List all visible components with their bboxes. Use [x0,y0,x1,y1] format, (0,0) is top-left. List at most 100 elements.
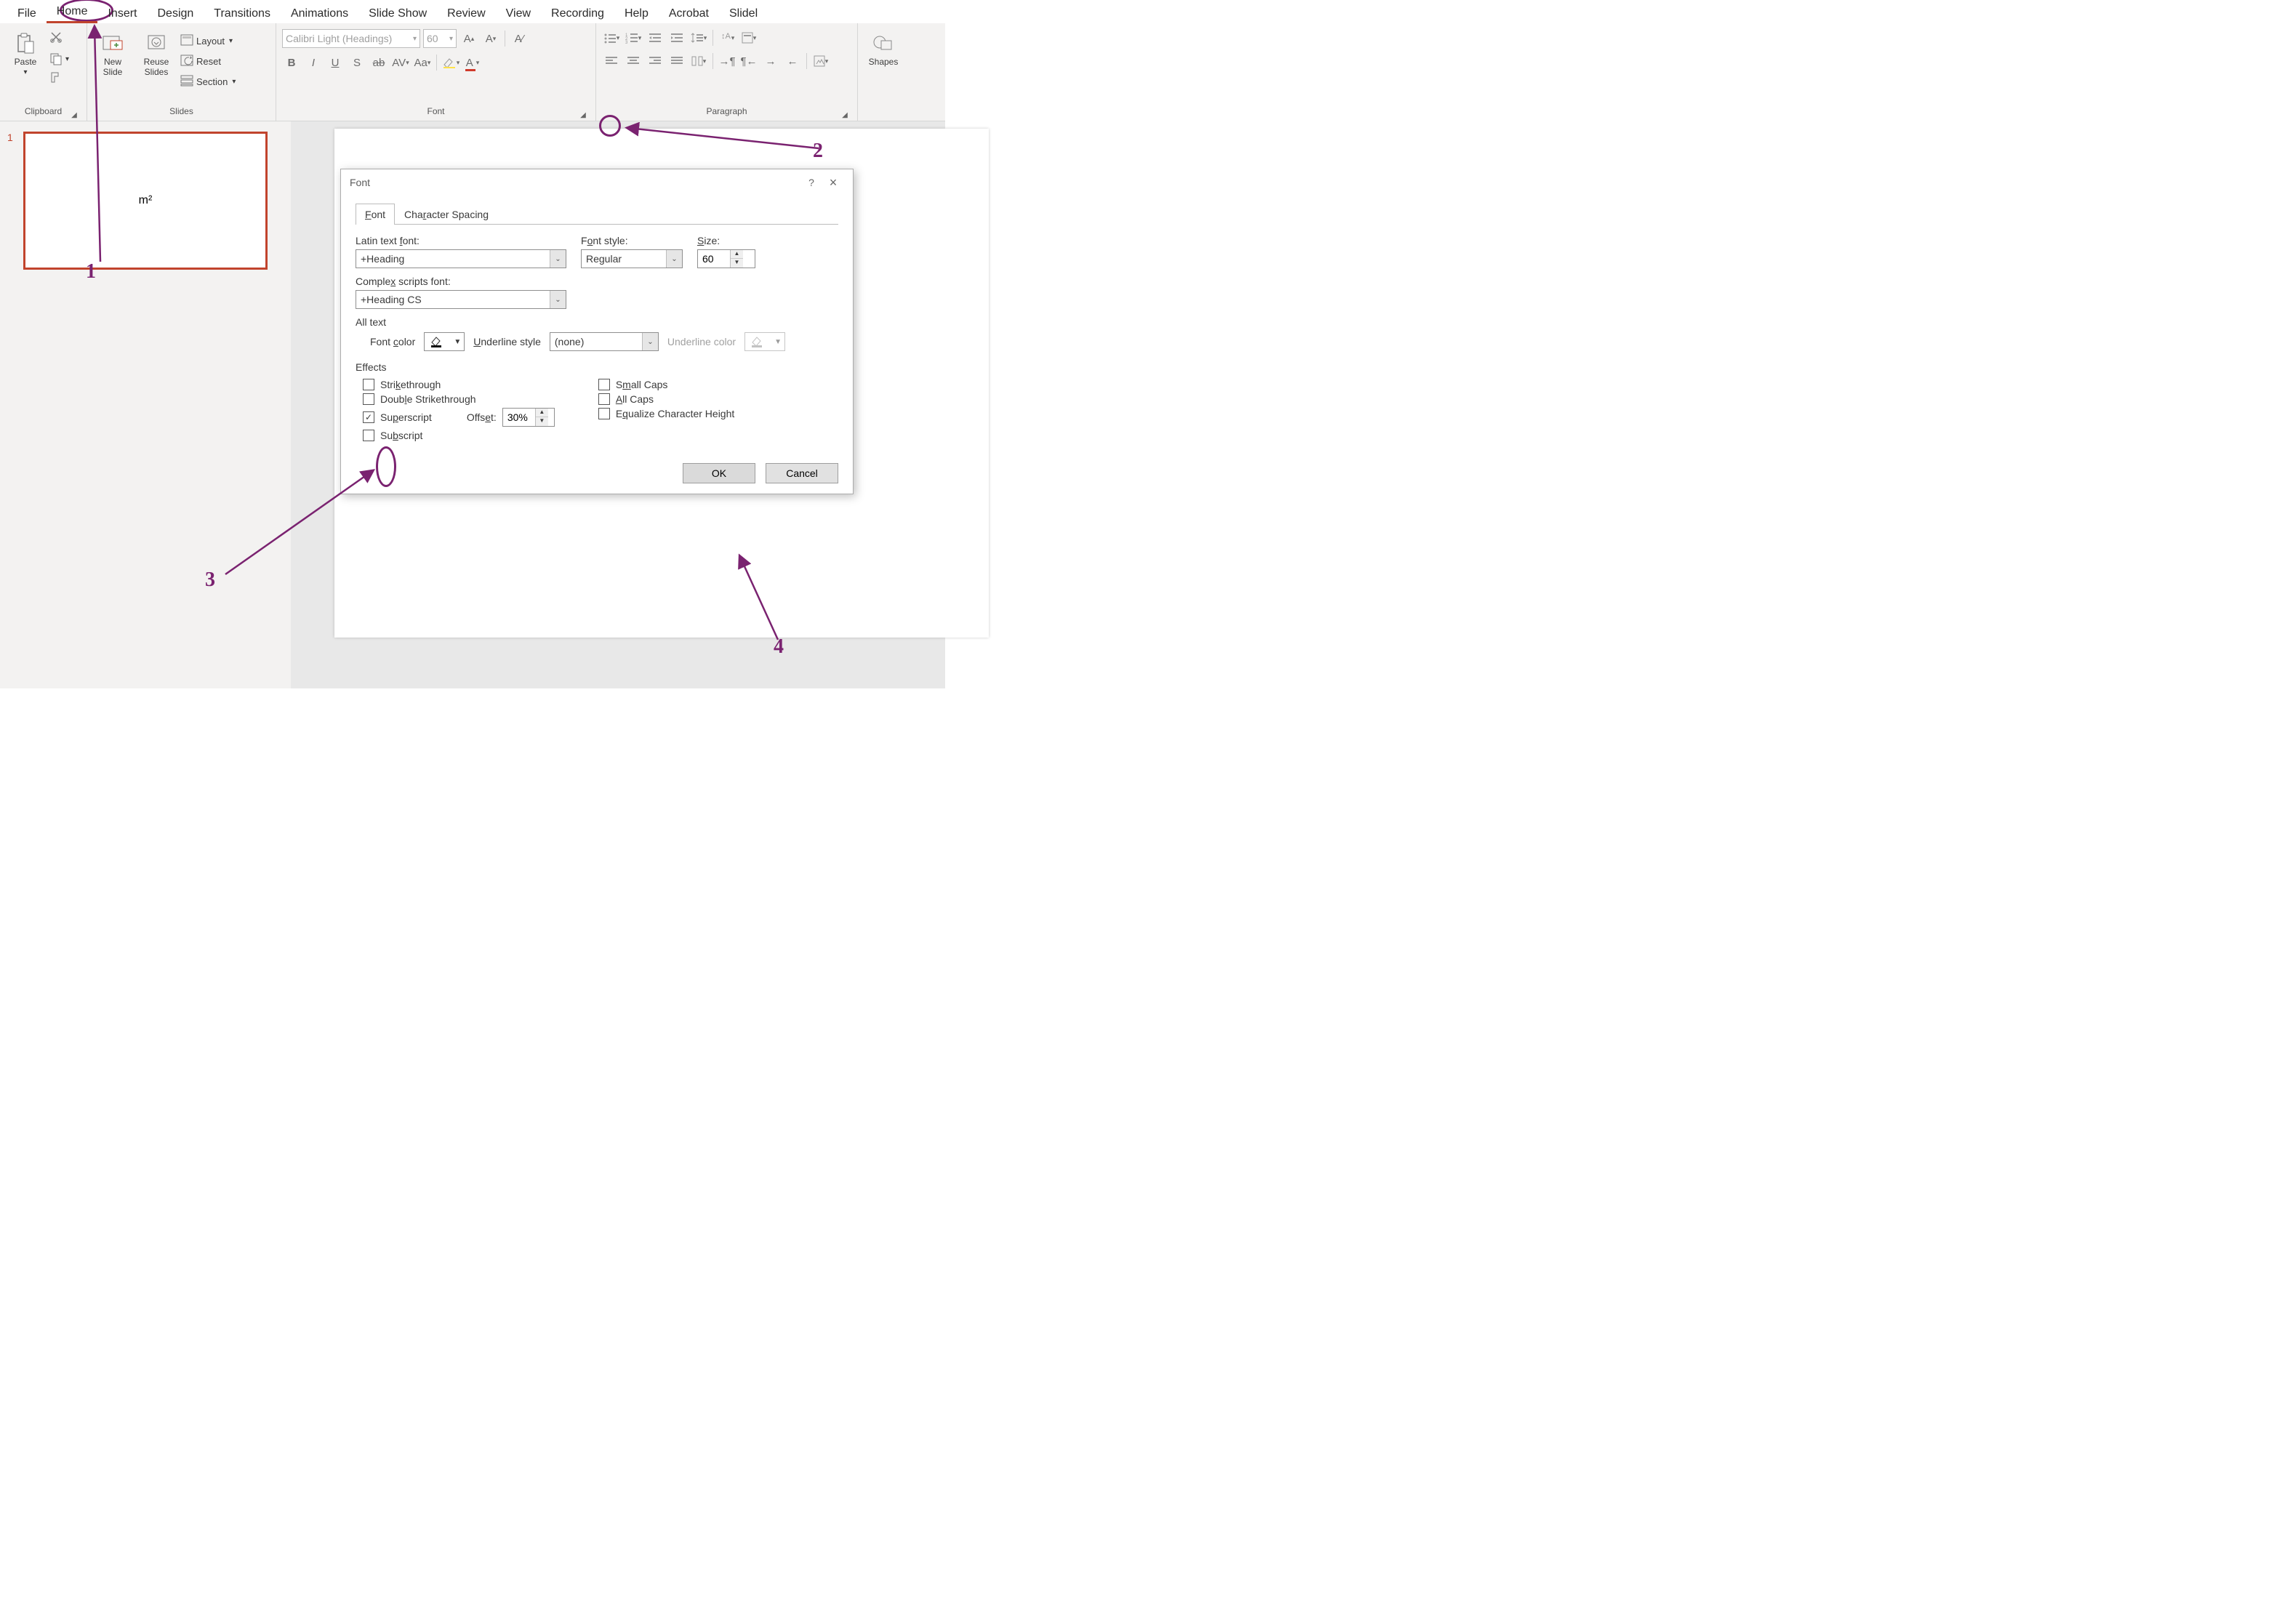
font-color-picker[interactable]: ▼ [424,332,465,351]
format-painter-icon[interactable] [49,71,69,87]
section-button[interactable]: Section▾ [180,73,236,90]
clear-format-icon[interactable]: A⁄ [510,30,529,47]
reset-icon [180,55,193,68]
dblstrike-label: Double Strikethrough [380,393,476,405]
superscript-checkbox[interactable]: ✓ [363,411,374,423]
paste-icon [14,32,37,55]
dialog-tab-font[interactable]: Font [356,204,395,225]
underline-icon[interactable]: U [326,54,345,71]
bold-icon[interactable]: B [282,54,301,71]
annotation-number-4: 4 [774,635,784,659]
font-style-combo[interactable]: Regular⌄ [581,249,683,268]
new-slide-icon [101,32,124,55]
font-launcher-icon[interactable]: ◢ [578,109,588,119]
indent-decrease-icon[interactable] [646,29,665,47]
font-name-combo[interactable]: Calibri Light (Headings)▾ [282,29,420,48]
ltr2-icon[interactable]: → [761,52,780,70]
grow-font-icon[interactable]: A▴ [459,30,478,47]
new-slide-button[interactable]: New Slide [93,29,132,77]
ltr-icon[interactable]: →¶ [718,52,736,70]
bucket-icon [429,335,443,348]
tab-insert[interactable]: Insert [97,3,147,23]
char-spacing-icon[interactable]: AV▾ [391,54,410,71]
columns-icon[interactable]: ▾ [689,52,708,70]
indent-increase-icon[interactable] [667,29,686,47]
reset-button[interactable]: Reset [180,52,236,70]
tab-transitions[interactable]: Transitions [204,3,281,23]
group-font-label: Font [427,106,444,116]
ribbon-tabs: File Home Insert Design Transitions Anim… [0,0,945,23]
annotation-number-3: 3 [205,568,215,592]
highlight-icon[interactable]: ▾ [441,54,460,71]
group-paragraph: ▾ 123▾ ▾ ↕A▾ ▾ ▾ →¶ ¶← → ← [596,23,858,121]
change-case-icon[interactable]: Aa▾ [413,54,432,71]
complex-font-combo[interactable]: +Heading CS⌄ [356,290,566,309]
tab-design[interactable]: Design [147,3,204,23]
reuse-slides-button[interactable]: Reuse Slides [137,29,176,77]
numbering-icon[interactable]: 123▾ [624,29,643,47]
tab-view[interactable]: View [496,3,541,23]
smartart-icon[interactable]: ▾ [811,52,830,70]
rtl2-icon[interactable]: ← [783,52,802,70]
align-left-icon[interactable] [602,52,621,70]
reuse-slides-icon [145,32,168,55]
rtl-icon[interactable]: ¶← [739,52,758,70]
paragraph-launcher-icon[interactable]: ◢ [840,109,850,119]
align-text-icon[interactable]: ▾ [739,29,758,47]
new-slide-label: New Slide [103,57,123,77]
tab-acrobat[interactable]: Acrobat [659,3,719,23]
align-center-icon[interactable] [624,52,643,70]
effects-label: Effects [356,361,838,373]
dialog-close-button[interactable]: × [822,175,844,190]
text-direction-icon[interactable]: ↕A▾ [718,29,736,47]
tab-home[interactable]: Home [47,1,98,23]
ok-button[interactable]: OK [683,463,755,483]
offset-spin[interactable]: ▲▼ [502,408,555,427]
shadow-icon[interactable]: S [348,54,366,71]
underline-style-combo[interactable]: (none)⌄ [550,332,659,351]
equalize-checkbox[interactable] [598,408,610,419]
latin-font-combo[interactable]: +Heading⌄ [356,249,566,268]
font-size-combo[interactable]: 60▾ [423,29,457,48]
underline-style-label: Underline style [473,336,541,347]
slide-thumb-1[interactable]: m² [23,132,268,270]
italic-icon[interactable]: I [304,54,323,71]
allcaps-checkbox[interactable] [598,393,610,405]
dblstrike-checkbox[interactable] [363,393,374,405]
paste-button[interactable]: Paste ▾ [6,29,45,76]
line-spacing-icon[interactable]: ▾ [689,29,708,47]
cut-icon[interactable] [49,31,69,47]
strike-checkbox[interactable] [363,379,374,390]
group-font: Calibri Light (Headings)▾ 60▾ A▴ A▾ A⁄ B… [276,23,596,121]
tab-animations[interactable]: Animations [281,3,358,23]
subscript-checkbox[interactable] [363,430,374,441]
justify-icon[interactable] [667,52,686,70]
cancel-button[interactable]: Cancel [766,463,838,483]
strike-icon[interactable]: ab [369,54,388,71]
shapes-button[interactable]: Shapes [864,29,903,67]
copy-button[interactable]: ▾ [49,50,69,68]
tab-help[interactable]: Help [614,3,659,23]
dialog-tab-spacing[interactable]: Character Spacing [395,204,498,225]
font-style-label: Font style: [581,235,683,246]
font-size-spin[interactable]: ▲▼ [697,249,755,268]
group-slides: New Slide Reuse Slides Layout▾ Reset Sec… [87,23,276,121]
layout-button[interactable]: Layout▾ [180,32,236,49]
svg-text:3: 3 [625,41,628,44]
thumb-content: m² [139,194,153,207]
tab-file[interactable]: File [7,3,47,23]
tab-recording[interactable]: Recording [541,3,614,23]
dialog-help-button[interactable]: ? [800,177,822,188]
align-right-icon[interactable] [646,52,665,70]
tab-review[interactable]: Review [437,3,495,23]
clipboard-launcher-icon[interactable]: ◢ [69,109,79,119]
ribbon: Paste ▾ ▾ Clipboard ◢ New Slide Reuse Sl… [0,23,945,121]
font-color-icon[interactable]: A▾ [463,54,482,71]
smallcaps-checkbox[interactable] [598,379,610,390]
shrink-font-icon[interactable]: A▾ [481,30,500,47]
bullets-icon[interactable]: ▾ [602,29,621,47]
alltext-label: All text [356,316,838,328]
annotation-number-1: 1 [86,260,96,284]
tab-slideshow[interactable]: Slide Show [358,3,437,23]
tab-slidel[interactable]: Slidel [719,3,768,23]
